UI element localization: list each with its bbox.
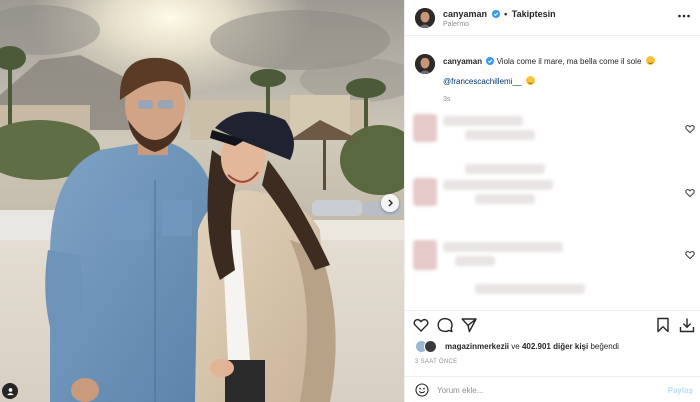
share-icon xyxy=(461,318,477,333)
blurred-avatar xyxy=(413,240,437,270)
heart-icon[interactable] xyxy=(685,250,695,260)
comment-button[interactable] xyxy=(437,317,453,333)
following-button[interactable]: Takiptesin xyxy=(512,9,556,19)
blurred-text xyxy=(443,116,523,126)
avatar[interactable] xyxy=(415,54,435,74)
likes-text: magazinmerkezii ve 402.901 diğer kişi be… xyxy=(445,342,619,351)
location-link[interactable]: Palermo xyxy=(443,21,469,28)
post-author: canyaman • Takiptesin xyxy=(443,9,556,19)
carousel-next-button[interactable] xyxy=(381,194,399,212)
comments-list xyxy=(405,108,700,308)
list-item xyxy=(405,108,700,168)
blurred-text xyxy=(443,242,563,252)
sun-emoji-icon xyxy=(525,76,535,85)
caption-timestamp: 3s xyxy=(443,96,451,103)
chevron-right-icon xyxy=(388,199,393,207)
user-tag-button[interactable] xyxy=(2,383,18,399)
verified-icon xyxy=(491,10,500,18)
post-header: canyaman • Takiptesin Palermo xyxy=(405,0,700,36)
likes-count[interactable]: 402.901 diğer kişi xyxy=(522,342,588,351)
verified-icon xyxy=(486,57,495,65)
save-button[interactable] xyxy=(655,317,671,333)
avatar[interactable] xyxy=(415,8,435,28)
list-item xyxy=(405,232,700,294)
user-tag-icon xyxy=(6,387,14,395)
heart-icon xyxy=(413,318,429,332)
separator-dot: • xyxy=(504,9,508,19)
blurred-text xyxy=(465,164,545,174)
photo-scene xyxy=(0,0,404,402)
caption-username[interactable]: canyaman xyxy=(443,57,482,66)
blurred-text xyxy=(455,256,495,266)
share-button[interactable] xyxy=(461,317,477,333)
post-comment-button[interactable]: Paylaş xyxy=(668,386,693,395)
caption-mention-line: @francescachillemi__ xyxy=(443,76,535,86)
blurred-avatar xyxy=(413,114,437,142)
avatar-image xyxy=(415,54,435,74)
blurred-text xyxy=(475,284,585,294)
caption-text: Viola come il mare, ma bella come il sol… xyxy=(496,57,642,66)
liker-username[interactable]: magazinmerkezii xyxy=(445,342,509,351)
blurred-text xyxy=(475,194,535,204)
caption-text-line: canyaman Viola come il mare, ma bella co… xyxy=(443,56,655,66)
list-item xyxy=(405,164,700,230)
blurred-avatar xyxy=(413,178,437,206)
sun-smile-emoji-icon xyxy=(645,56,655,65)
avatar-image xyxy=(415,8,435,28)
likes-suffix: beğendi xyxy=(590,342,619,351)
heart-icon[interactable] xyxy=(685,188,695,198)
more-icon[interactable] xyxy=(677,12,691,20)
blurred-text xyxy=(465,130,535,140)
comment-input[interactable] xyxy=(437,382,657,398)
download-icon xyxy=(679,318,695,333)
mention-link[interactable]: @francescachillemi__ xyxy=(443,77,521,86)
comment-icon xyxy=(437,317,453,333)
liker-avatar xyxy=(424,340,437,353)
post-details-panel: canyaman • Takiptesin Palermo canyaman V… xyxy=(404,0,700,402)
heart-icon[interactable] xyxy=(685,124,695,134)
add-comment-bar: Paylaş xyxy=(405,376,700,402)
like-button[interactable] xyxy=(413,317,429,333)
post-timestamp: 3 SAAT ÖNCE xyxy=(415,359,458,365)
smile-icon[interactable] xyxy=(415,383,429,397)
blurred-text xyxy=(443,180,553,190)
post-actions xyxy=(405,310,700,338)
username-link[interactable]: canyaman xyxy=(443,9,487,19)
download-button[interactable] xyxy=(679,317,695,333)
bookmark-icon xyxy=(657,317,669,333)
post-photo[interactable] xyxy=(0,0,404,402)
likes-connector: ve xyxy=(511,342,520,351)
